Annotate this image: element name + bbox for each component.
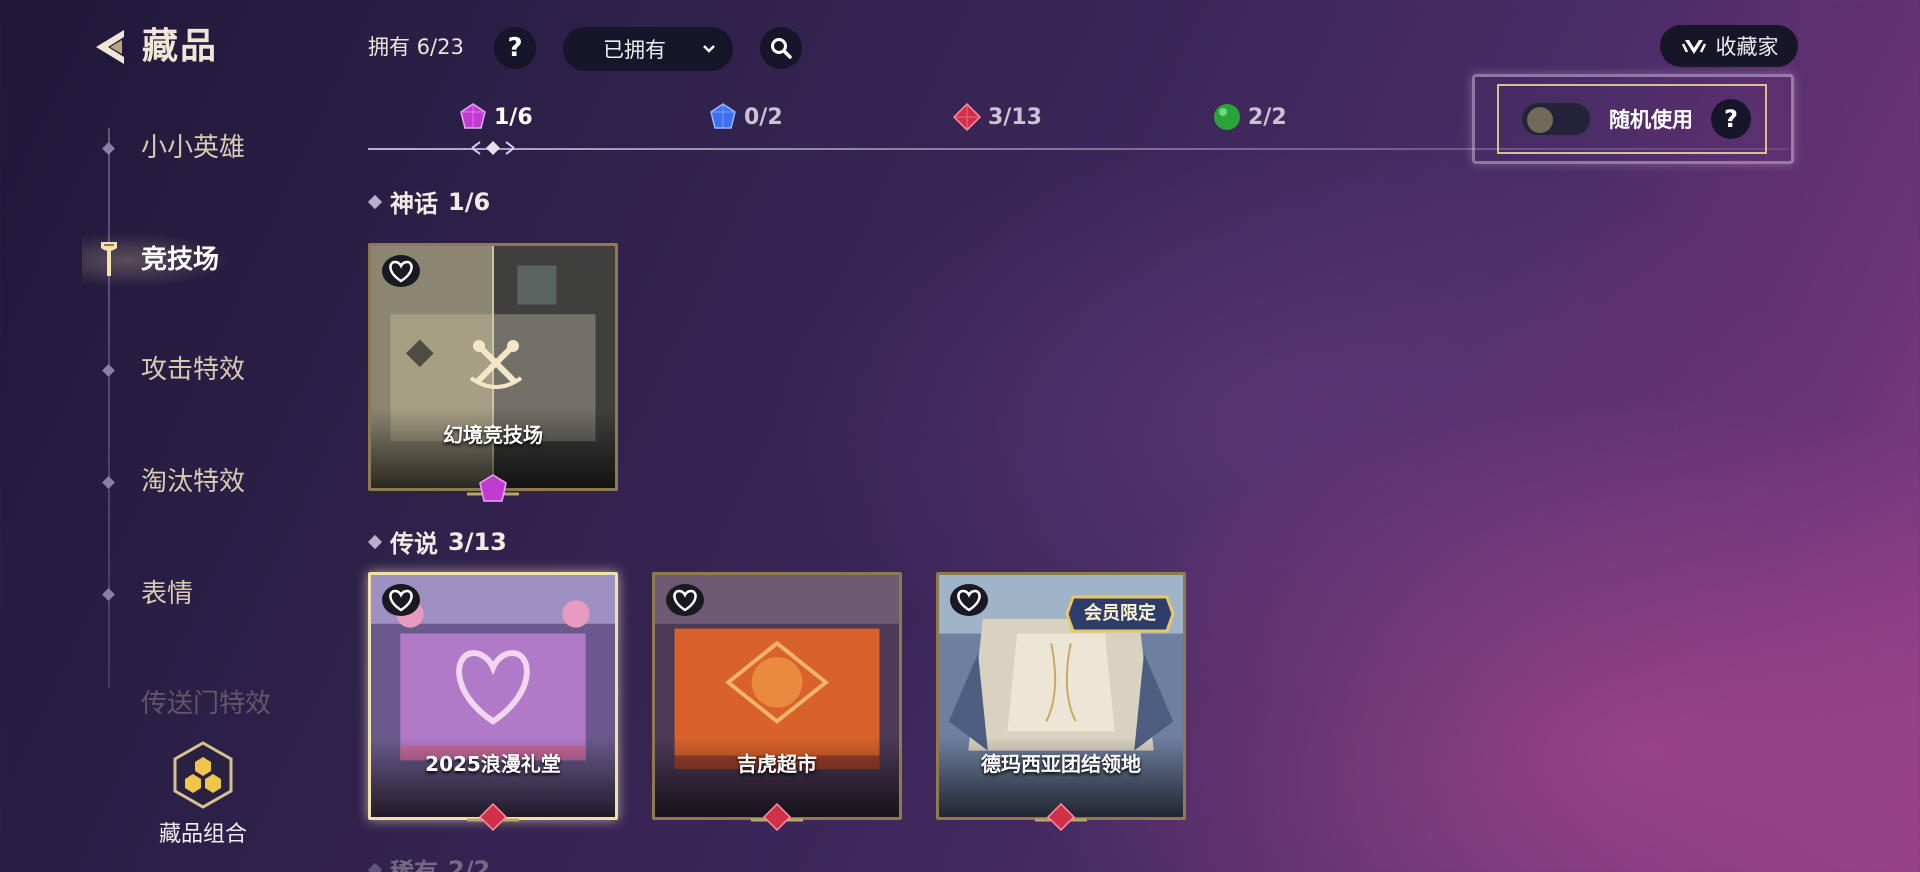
section-header-legendary: 传说 3/13 bbox=[367, 524, 507, 559]
favorite-heart-icon[interactable] bbox=[665, 583, 705, 617]
favorite-heart-icon[interactable] bbox=[949, 583, 989, 617]
blue-gem-icon bbox=[710, 103, 736, 129]
section-count: 1/6 bbox=[448, 187, 491, 216]
purple-gem-icon bbox=[460, 103, 486, 129]
green-gem-icon bbox=[1214, 104, 1240, 130]
card-name: 2025浪漫礼堂 bbox=[425, 752, 561, 776]
tab-count: 2/2 bbox=[1248, 104, 1287, 130]
section-title: 传说 bbox=[390, 530, 438, 558]
section-header-mythic: 神话 1/6 bbox=[367, 184, 491, 219]
favorite-heart-icon[interactable] bbox=[381, 583, 421, 617]
rail-dot bbox=[102, 364, 115, 377]
collector-label: 收藏家 bbox=[1715, 35, 1779, 59]
diamond-bullet-icon bbox=[367, 534, 383, 549]
tab-mythic[interactable]: 1/6 bbox=[458, 102, 533, 132]
filter-value: 已拥有 bbox=[603, 38, 666, 62]
diamond-bullet-icon bbox=[367, 194, 383, 209]
toggle-knob bbox=[1527, 107, 1553, 133]
sidebar-item-portal-effects[interactable]: 传送门特效 bbox=[141, 684, 271, 724]
rail-dot bbox=[102, 588, 115, 601]
arena-card-romantic-hall[interactable]: 2025浪漫礼堂 bbox=[368, 572, 618, 820]
ownership-filter-select[interactable]: 已拥有 bbox=[563, 27, 733, 71]
card-name: 德玛西亚团结领地 bbox=[981, 752, 1141, 776]
section-count: 3/13 bbox=[448, 527, 507, 556]
red-gem-icon bbox=[751, 802, 803, 832]
red-gem-icon bbox=[952, 102, 982, 132]
random-use-toggle[interactable] bbox=[1521, 102, 1591, 136]
section-title: 神话 bbox=[390, 190, 438, 218]
red-gem-icon bbox=[467, 802, 519, 832]
diamond-bullet-icon bbox=[367, 862, 383, 872]
card-name: 吉虎超市 bbox=[737, 752, 817, 776]
arena-active-icon bbox=[101, 242, 117, 276]
random-use-label: 随机使用 bbox=[1609, 108, 1693, 132]
collector-button[interactable]: 收藏家 bbox=[1660, 25, 1798, 67]
rail-dot bbox=[102, 476, 115, 489]
collection-combo-label: 藏品组合 bbox=[158, 822, 247, 847]
page-title: 藏品 bbox=[142, 26, 219, 67]
wings-icon bbox=[1681, 40, 1706, 54]
purple-gem-icon bbox=[467, 474, 519, 502]
chevron-down-icon bbox=[703, 45, 715, 53]
arena-card-demacia-territory[interactable]: 会员限定 德玛西亚团结领地 bbox=[936, 572, 1186, 820]
rail-dot bbox=[102, 142, 115, 155]
crossed-tools-icon bbox=[469, 340, 523, 389]
sidebar-rail bbox=[108, 128, 110, 688]
collection-combo-button[interactable]: 藏品组合 bbox=[155, 740, 251, 848]
back-button[interactable] bbox=[86, 22, 136, 72]
active-tab-indicator bbox=[471, 141, 515, 155]
random-use-panel: 随机使用 ? bbox=[1497, 84, 1767, 154]
owned-count: 拥有 6/23 bbox=[368, 35, 464, 59]
tab-epic[interactable]: 0/2 bbox=[708, 102, 783, 132]
badge-label: 会员限定 bbox=[1084, 603, 1156, 624]
section-title: 稀有 bbox=[390, 858, 438, 872]
tab-count: 3/13 bbox=[988, 104, 1042, 130]
tab-rare[interactable]: 2/2 bbox=[1212, 102, 1287, 132]
sidebar-item-emotes[interactable]: 表情 bbox=[141, 574, 193, 614]
sidebar-item-arena[interactable]: 竞技场 bbox=[141, 240, 219, 280]
tab-count: 0/2 bbox=[744, 104, 783, 130]
tab-legendary[interactable]: 3/13 bbox=[952, 102, 1042, 132]
honeycomb-icon bbox=[173, 741, 233, 809]
section-header-rare: 稀有 2/2 bbox=[367, 852, 491, 872]
back-arrow-icon bbox=[96, 30, 124, 64]
red-gem-icon bbox=[1035, 802, 1087, 832]
section-count: 2/2 bbox=[448, 855, 491, 872]
search-icon bbox=[771, 38, 792, 59]
sidebar-item-elimination-effects[interactable]: 淘汰特效 bbox=[141, 462, 245, 502]
arena-card-illusion-arena[interactable]: 幻境竞技场 bbox=[368, 243, 618, 491]
favorite-heart-icon[interactable] bbox=[381, 254, 421, 288]
help-button[interactable]: ? bbox=[494, 27, 536, 69]
tab-count: 1/6 bbox=[494, 104, 533, 130]
arena-card-tiger-market[interactable]: 吉虎超市 bbox=[652, 572, 902, 820]
search-button[interactable] bbox=[760, 27, 802, 69]
sidebar-item-attack-effects[interactable]: 攻击特效 bbox=[141, 350, 245, 390]
card-name: 幻境竞技场 bbox=[443, 423, 543, 447]
sidebar-item-little-legends[interactable]: 小小英雄 bbox=[141, 128, 245, 168]
random-help-button[interactable]: ? bbox=[1711, 99, 1751, 139]
